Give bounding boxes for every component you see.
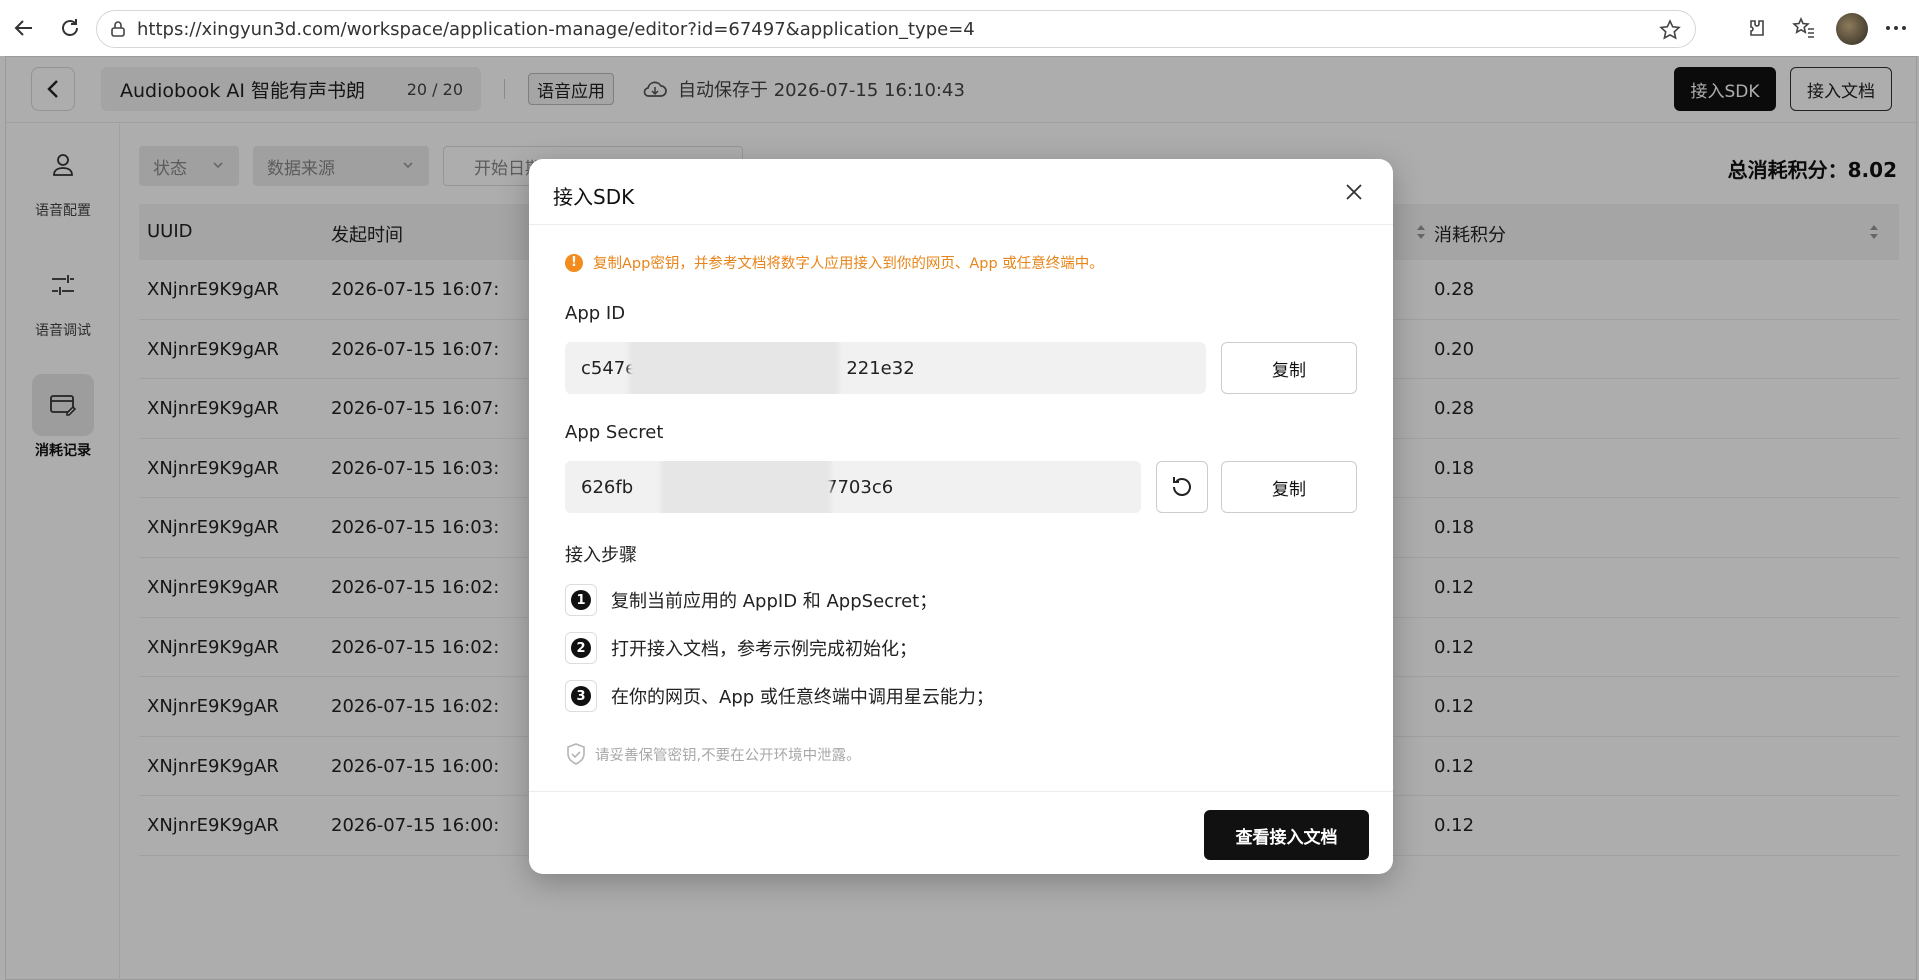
- dialog-footer-divider: [529, 791, 1393, 792]
- step-text: 在你的网页、App 或任意终端中调用星云能力；: [611, 687, 994, 708]
- app-secret-field[interactable]: 626fb 317703c6: [565, 461, 1141, 513]
- back-arrow-icon[interactable]: [10, 14, 38, 42]
- close-icon[interactable]: [1341, 179, 1367, 205]
- favorites-icon[interactable]: [1790, 14, 1818, 42]
- star-icon[interactable]: [1659, 19, 1681, 46]
- step-item: 3 在你的网页、App 或任意终端中调用星云能力；: [565, 680, 994, 712]
- dialog-title: 接入SDK: [553, 185, 635, 209]
- view-doc-button[interactable]: 查看接入文档: [1204, 810, 1369, 860]
- step-text: 复制当前应用的 AppID 和 AppSecret；: [611, 591, 938, 612]
- extensions-icon[interactable]: [1742, 14, 1770, 42]
- copy-app-id-button[interactable]: 复制: [1221, 342, 1357, 394]
- regenerate-secret-button[interactable]: [1156, 461, 1208, 513]
- warning-text: 复制App密钥，并参考文档将数字人应用接入到你的网页、App 或任意终端中。: [593, 256, 1104, 272]
- profile-avatar[interactable]: [1836, 13, 1868, 45]
- redaction-mask: [661, 461, 831, 513]
- copy-app-secret-button[interactable]: 复制: [1221, 461, 1357, 513]
- more-icon[interactable]: [1882, 14, 1910, 42]
- step-number-icon: 3: [565, 680, 597, 712]
- redaction-mask: [629, 342, 839, 394]
- app-id-label: App ID: [565, 303, 626, 324]
- security-note: 请妥善保管密钥,不要在公开环境中泄露。: [565, 742, 861, 766]
- lock-icon: [109, 20, 127, 38]
- sdk-dialog: 接入SDK ! 复制App密钥，并参考文档将数字人应用接入到你的网页、App 或…: [529, 159, 1393, 874]
- app-secret-start: 626fb: [581, 476, 634, 498]
- refresh-icon: [1173, 477, 1191, 496]
- reload-icon[interactable]: [56, 14, 84, 42]
- url-text: https://xingyun3d.com/workspace/applicat…: [137, 18, 975, 40]
- shield-icon: [567, 743, 585, 765]
- warning-icon: !: [565, 253, 583, 272]
- step-item: 2 打开接入文档，参考示例完成初始化；: [565, 632, 917, 664]
- app-id-end: 221e32: [846, 357, 915, 379]
- warning-message: ! 复制App密钥，并参考文档将数字人应用接入到你的网页、App 或任意终端中。: [565, 252, 1104, 273]
- step-text: 打开接入文档，参考示例完成初始化；: [611, 639, 917, 660]
- app-id-field[interactable]: c547e 221e32: [565, 342, 1206, 394]
- browser-toolbar: https://xingyun3d.com/workspace/applicat…: [0, 0, 1919, 56]
- app-secret-label: App Secret: [565, 422, 664, 443]
- address-bar[interactable]: https://xingyun3d.com/workspace/applicat…: [96, 10, 1696, 48]
- step-number-icon: 1: [565, 584, 597, 616]
- step-number-icon: 2: [565, 632, 597, 664]
- security-note-text: 请妥善保管密钥,不要在公开环境中泄露。: [595, 747, 861, 764]
- dialog-header: 接入SDK: [529, 159, 1393, 225]
- steps-title: 接入步骤: [565, 545, 637, 566]
- step-item: 1 复制当前应用的 AppID 和 AppSecret；: [565, 584, 937, 616]
